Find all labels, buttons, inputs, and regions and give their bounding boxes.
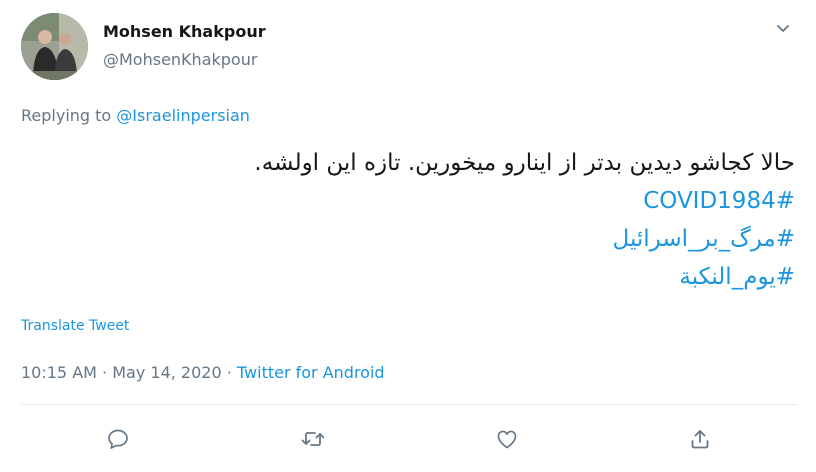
tweet-date[interactable]: May 14, 2020 [112,363,221,382]
retweet-icon[interactable] [298,424,328,454]
hashtag-link[interactable]: #COVID1984 [35,182,795,220]
display-name[interactable]: Mohsen Khakpour [103,22,266,41]
meta-separator: · [221,363,237,382]
replying-to-label: Replying to [21,106,117,125]
divider [21,404,797,405]
tweet-card: Mohsen Khakpour @MohsenKhakpour Replying… [0,0,816,472]
reply-icon[interactable] [103,424,133,454]
translate-tweet-link[interactable]: Translate Tweet [21,318,129,334]
replying-to-handle-link[interactable]: @Israelinpersian [116,106,250,125]
hashtag-link[interactable]: #مرگ_بر_اسرائیل [35,220,795,258]
like-icon[interactable] [492,424,522,454]
tweet-text: حالا کجاشو دیدین بدتر از اینارو میخورین.… [254,150,795,176]
replying-to: Replying to @Israelinpersian [21,106,250,125]
hashtag-link[interactable]: #یوم_النکبة [35,258,795,296]
tweet-time[interactable]: 10:15 AM [21,363,97,382]
tweet-body: حالا کجاشو دیدین بدتر از اینارو میخورین.… [35,144,795,296]
tweet-source-link[interactable]: Twitter for Android [237,363,385,382]
meta-separator: · [96,363,113,382]
share-icon[interactable] [685,424,715,454]
chevron-down-icon[interactable] [770,16,796,42]
action-bar [0,424,816,454]
avatar[interactable] [21,13,88,80]
tweet-meta: 10:15 AM · May 14, 2020 · Twitter for An… [21,363,385,382]
user-handle[interactable]: @MohsenKhakpour [103,50,257,69]
